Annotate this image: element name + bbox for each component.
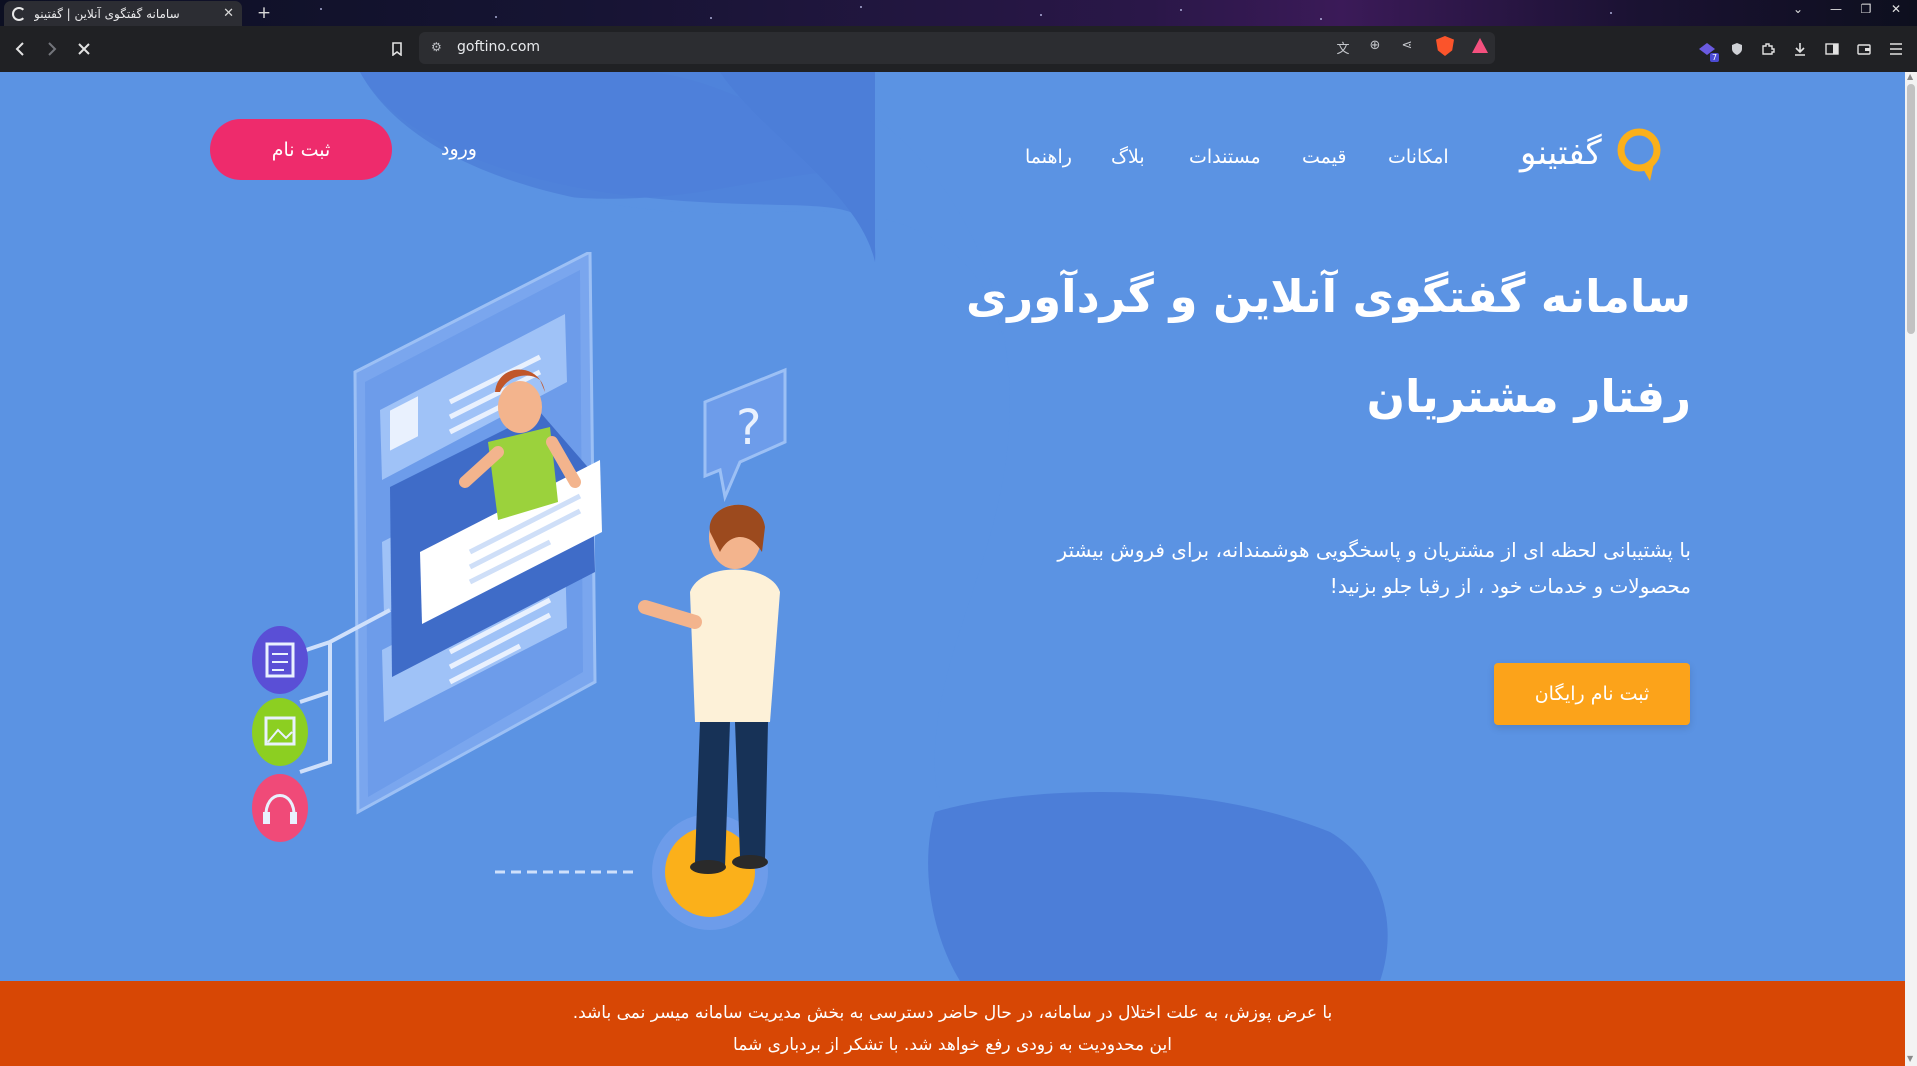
share-icon[interactable]: ⋖	[1397, 38, 1417, 53]
free-signup-button[interactable]: ثبت نام رایگان	[1494, 663, 1690, 725]
back-icon[interactable]	[8, 37, 32, 61]
browser-tab-bar: سامانه گفتگوی آنلاین | گفتینو ✕ + ⌄ — ❐ …	[0, 0, 1917, 26]
document-icon	[252, 626, 308, 694]
sidebar-icon[interactable]	[1820, 37, 1844, 61]
stop-icon[interactable]	[72, 37, 96, 61]
browser-tab[interactable]: سامانه گفتگوی آنلاین | گفتینو ✕	[4, 1, 242, 26]
logo-text: گفتینو	[1520, 133, 1602, 173]
nav-blog[interactable]: بلاگ	[1111, 146, 1145, 168]
notice-line-1: با عرض پوزش، به علت اختلال در سامانه، در…	[572, 1003, 1333, 1023]
hero-title-line-2: رفتار مشتریان	[1366, 370, 1691, 423]
notice-line-2: این محدودیت به زودی رفع خواهد شد. با تشک…	[733, 1035, 1172, 1055]
tab-close-icon[interactable]: ✕	[223, 6, 234, 21]
minimize-button[interactable]: —	[1822, 2, 1850, 16]
logo-mark-icon	[1616, 127, 1662, 181]
brave-rewards-icon[interactable]	[1472, 38, 1488, 53]
site-info-icon[interactable]: ⚙	[431, 40, 442, 54]
browser-toolbar: ⚙ goftino.com 文 ⊕ ⋖ 7	[0, 26, 1917, 72]
customer-figure	[638, 504, 780, 930]
shield-icon[interactable]	[1725, 37, 1749, 61]
web-page: گفتینو امکانات قیمت مستندات بلاگ راهنما …	[0, 72, 1905, 1066]
hero-subtitle-line-1: با پشتیبانی لحظه ای از مشتریان و پاسخگوی…	[1057, 538, 1691, 562]
scroll-down-arrow-icon[interactable]: ▼	[1907, 1054, 1913, 1063]
nav-help[interactable]: راهنما	[1025, 146, 1072, 168]
nav-features[interactable]: امکانات	[1388, 146, 1449, 168]
signup-button[interactable]: ثبت نام	[210, 119, 392, 180]
wallet-icon[interactable]	[1852, 37, 1876, 61]
hero-title-line-1: سامانه گفتگوی آنلاین و گردآوری	[966, 270, 1691, 323]
nav-pricing[interactable]: قیمت	[1302, 146, 1346, 168]
hero-illustration: ?	[252, 252, 787, 930]
new-tab-button[interactable]: +	[252, 2, 276, 24]
downloads-icon[interactable]	[1788, 37, 1812, 61]
hero-subtitle: با پشتیبانی لحظه ای از مشتریان و پاسخگوی…	[931, 532, 1691, 604]
site-favicon-icon	[12, 6, 26, 21]
forward-icon[interactable]	[40, 37, 64, 61]
question-mark: ?	[736, 400, 761, 456]
scrollbar-thumb[interactable]	[1907, 84, 1915, 334]
close-window-button[interactable]: ✕	[1882, 2, 1910, 16]
url-text[interactable]: goftino.com	[457, 39, 540, 55]
hero-subtitle-line-2: محصولات و خدمات خود ، از رقبا جلو بزنید!	[1329, 574, 1691, 598]
headphones-icon	[252, 774, 308, 842]
menu-icon[interactable]	[1884, 37, 1908, 61]
maximize-button[interactable]: ❐	[1852, 2, 1880, 16]
question-bubble: ?	[703, 367, 787, 503]
extension-badge: 7	[1710, 53, 1720, 62]
zoom-icon[interactable]: ⊕	[1365, 38, 1385, 53]
tab-title: سامانه گفتگوی آنلاین | گفتینو	[34, 6, 180, 21]
nav-docs[interactable]: مستندات	[1189, 146, 1261, 168]
image-icon	[252, 698, 308, 766]
address-bar[interactable]: ⚙ goftino.com 文 ⊕ ⋖	[419, 32, 1495, 64]
service-notice-bar: با عرض پوزش، به علت اختلال در سامانه، در…	[0, 981, 1905, 1066]
translate-icon[interactable]: 文	[1333, 38, 1353, 57]
tab-search-button[interactable]: ⌄	[1784, 2, 1812, 16]
login-link[interactable]: ورود	[441, 138, 477, 160]
bookmark-icon[interactable]	[385, 37, 409, 61]
extensions-icon[interactable]	[1756, 37, 1780, 61]
scroll-up-arrow-icon[interactable]: ▲	[1907, 72, 1913, 81]
page-scrollbar[interactable]: ▲ ▼	[1905, 72, 1917, 1066]
site-logo[interactable]: گفتینو	[1520, 127, 1662, 181]
hero-title: سامانه گفتگوی آنلاین و گردآوری رفتار مشت…	[891, 247, 1691, 447]
